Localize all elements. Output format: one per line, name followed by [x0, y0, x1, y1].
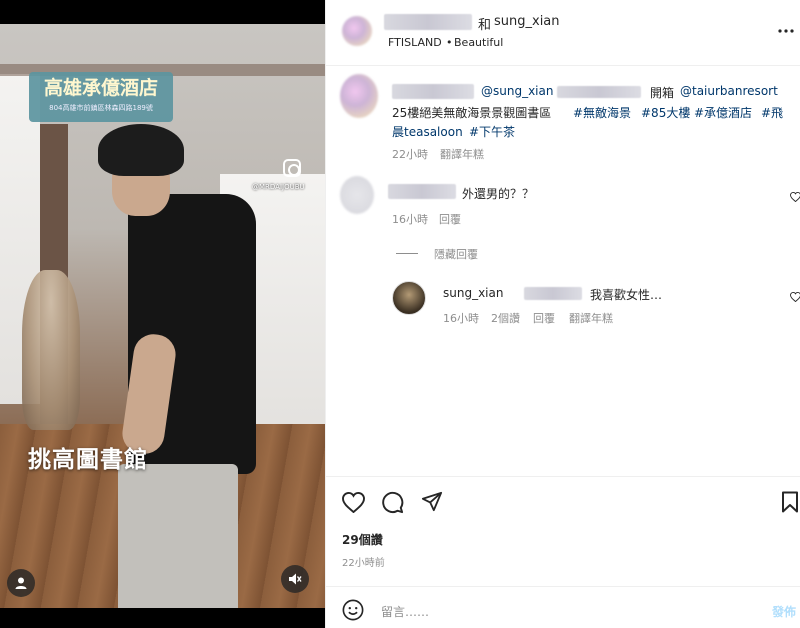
muted-speaker-icon — [289, 573, 302, 585]
likes-count[interactable]: 29個讚 — [342, 531, 383, 548]
caption-time[interactable]: 22小時 — [392, 146, 428, 162]
user-tag-icon — [15, 577, 27, 589]
posted-time[interactable]: 22小時前 — [342, 554, 385, 569]
statue — [22, 270, 80, 430]
instagram-logo-icon — [283, 159, 301, 177]
caption-hashtag[interactable]: #承億酒店 — [694, 104, 752, 121]
video-caption-overlay: 挑高圖書館 — [28, 447, 148, 473]
emoji-icon[interactable] — [342, 599, 364, 621]
caption-text-1: 開箱 — [650, 86, 675, 100]
caption-translate-link[interactable]: 翻譯年糕 — [440, 146, 484, 162]
post-media[interactable]: 高雄承億酒店 804高雄市前鎮區林森四路189號 @MRDAIJOUBU 挑高圖… — [0, 0, 325, 628]
comment-time[interactable]: 16小時 — [392, 211, 428, 227]
reply-translate-link[interactable]: 翻譯年糕 — [569, 310, 613, 326]
caption-username-redacted[interactable] — [392, 84, 474, 99]
action-bar: 29個讚 22小時前 — [326, 476, 800, 586]
commenter-avatar[interactable] — [340, 176, 374, 214]
reply-likes[interactable]: 2個讚 — [491, 310, 520, 326]
mute-button[interactable] — [281, 565, 309, 593]
paper-plane-icon[interactable] — [421, 491, 443, 512]
collab-username[interactable]: sung_xian — [494, 14, 560, 29]
caption-hashtag[interactable]: #85大樓 — [641, 104, 690, 121]
post-panel: 和 sung_xian FTISLAND • Beautiful @sung_x… — [325, 0, 800, 628]
comment-icon[interactable] — [381, 491, 404, 514]
hide-replies-link[interactable]: 隱藏回覆 — [434, 246, 478, 262]
comment-box: 留言…… 發佈 — [326, 586, 800, 628]
audio-separator: • — [446, 36, 453, 49]
replies-divider — [396, 253, 418, 254]
caption-hashtag[interactable]: #飛 — [761, 104, 783, 121]
caption-line-2: 25樓絕美無敵海景景觀圖書區 — [392, 106, 552, 120]
reply-username[interactable]: sung_xian — [443, 286, 503, 300]
caption-mention-collab[interactable]: @sung_xian — [481, 84, 553, 98]
bookmark-icon[interactable] — [781, 491, 799, 513]
user-tag-button[interactable] — [7, 569, 35, 597]
caption-redacted-text — [557, 86, 641, 98]
caption-mention-hotel[interactable]: @taiurbanresort — [680, 84, 778, 98]
heart-icon[interactable] — [790, 192, 800, 202]
reply-author-avatar[interactable] — [392, 281, 426, 315]
reply-text: 我喜歡女性… — [590, 288, 663, 302]
watermark-handle: @MRDAIJOUBU — [252, 183, 305, 191]
hotel-sign-address: 804高雄市前鎮區林森四路189號 — [49, 104, 153, 112]
hotel-sign-name: 高雄承億酒店 — [43, 77, 158, 99]
caption-hashtag[interactable]: #下午茶 — [469, 123, 515, 140]
collab-joiner: 和 — [478, 18, 492, 33]
heart-icon[interactable] — [790, 292, 800, 302]
more-horizontal-icon[interactable] — [778, 28, 794, 34]
hotel-sign: 高雄承億酒店 804高雄市前鎮區林森四路189號 — [29, 72, 173, 122]
caption-hashtag[interactable]: #無敵海景 — [573, 104, 631, 121]
comment-reply-link[interactable]: 回覆 — [439, 211, 461, 227]
caption-author-avatar[interactable] — [340, 74, 378, 118]
post-header: 和 sung_xian FTISLAND • Beautiful — [326, 0, 800, 66]
reply-reply-link[interactable]: 回覆 — [533, 310, 555, 326]
heart-icon[interactable] — [342, 492, 365, 513]
post-comment-button[interactable]: 發佈 — [772, 603, 796, 620]
audio-title[interactable]: Beautiful — [454, 36, 503, 49]
comment-input[interactable]: 留言…… — [381, 603, 429, 620]
person-figure — [98, 124, 258, 608]
reply-mention-redacted[interactable] — [524, 287, 582, 300]
author-avatar[interactable] — [342, 16, 372, 46]
commenter-username-redacted[interactable] — [388, 184, 456, 199]
reply-time[interactable]: 16小時 — [443, 310, 479, 326]
audio-artist[interactable]: FTISLAND — [388, 36, 442, 49]
caption-hashtag[interactable]: 晨teasaloon — [392, 123, 463, 140]
comment-text: 外還男的？？ — [462, 187, 535, 201]
author-username-redacted[interactable] — [384, 14, 472, 30]
